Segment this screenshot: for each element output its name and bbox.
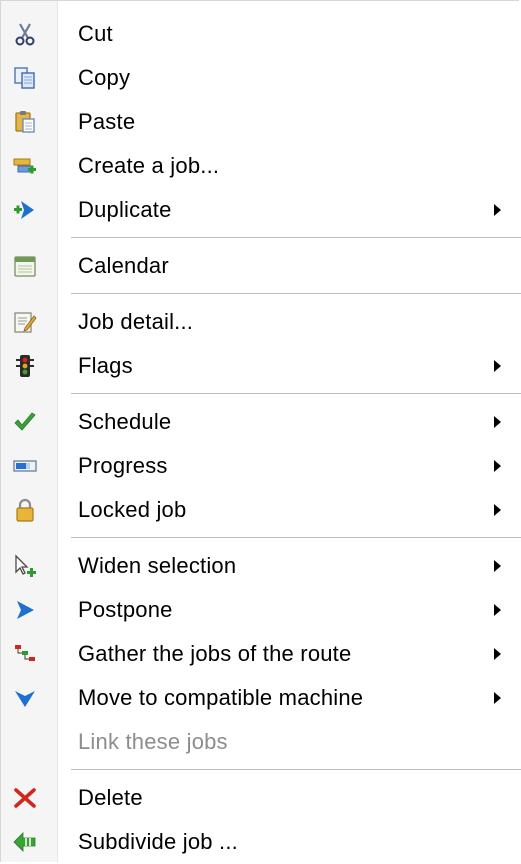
menu-item-paste[interactable]: Paste (1, 100, 520, 144)
menu-item-schedule[interactable]: Schedule (1, 400, 520, 444)
context-menu: Cut Copy Paste Create a job... Duplicate… (0, 0, 521, 864)
submenu-arrow-icon (494, 604, 501, 616)
menu-item-copy[interactable]: Copy (1, 56, 520, 100)
menu-item-label: Duplicate (78, 197, 172, 222)
menu-item-progress[interactable]: Progress (1, 444, 520, 488)
submenu-arrow-icon (494, 416, 501, 428)
paste-icon (15, 111, 35, 133)
menu-item-link-jobs[interactable]: Link these jobs (1, 720, 520, 764)
submenu-arrow-icon (494, 648, 501, 660)
menu-item-gather-jobs[interactable]: Gather the jobs of the route (1, 632, 520, 676)
menu-item-delete[interactable]: Delete (1, 776, 520, 820)
submenu-arrow-icon (494, 692, 501, 704)
menu-item-label: Subdivide job ... (78, 829, 238, 854)
copy-icon (14, 67, 35, 89)
menu-item-duplicate[interactable]: Duplicate (1, 188, 520, 232)
menu-item-label: Paste (78, 109, 136, 134)
submenu-arrow-icon (494, 504, 501, 516)
menu-item-move-compatible-machine[interactable]: Move to compatible machine (1, 676, 520, 720)
submenu-arrow-icon (494, 360, 501, 372)
progress-bar-icon (13, 460, 37, 472)
job-detail-icon (14, 312, 37, 333)
menu-item-label: Create a job... (78, 153, 220, 178)
menu-item-label: Delete (78, 785, 143, 810)
menu-item-subdivide-job[interactable]: Subdivide job ... (1, 820, 520, 864)
cursor-plus-icon (15, 554, 36, 577)
menu-separator (71, 393, 521, 395)
menu-item-label: Gather the jobs of the route (78, 641, 352, 666)
menu-item-postpone[interactable]: Postpone (1, 588, 520, 632)
menu-item-widen-selection[interactable]: Widen selection (1, 544, 520, 588)
menu-item-label: Locked job (78, 497, 187, 522)
menu-separator (71, 537, 521, 539)
submenu-arrow-icon (494, 560, 501, 572)
menu-item-label: Calendar (78, 253, 169, 278)
subdivide-icon (13, 832, 36, 852)
padlock-icon (16, 498, 34, 522)
menu-item-label: Move to compatible machine (78, 685, 364, 710)
menu-item-cut[interactable]: Cut (1, 12, 520, 56)
menu-item-label: Schedule (78, 409, 172, 434)
menu-item-label: Progress (78, 453, 168, 478)
menu-item-label: Cut (78, 21, 113, 46)
menu-item-calendar[interactable]: Calendar (1, 244, 520, 288)
delete-x-icon (14, 788, 36, 808)
menu-item-label: Job detail... (78, 309, 194, 334)
menu-item-label: Postpone (78, 597, 173, 622)
submenu-arrow-icon (494, 460, 501, 472)
calendar-icon (14, 256, 36, 277)
scissors-icon (15, 23, 35, 46)
menu-item-flags[interactable]: Flags (1, 344, 520, 388)
menu-item-label: Flags (78, 353, 133, 378)
gather-route-icon (15, 645, 35, 661)
submenu-arrow-icon (494, 204, 501, 216)
checkmark-icon (14, 412, 36, 431)
chevron-right-icon (17, 601, 34, 619)
menu-item-job-detail[interactable]: Job detail... (1, 300, 520, 344)
menu-item-label: Copy (78, 65, 131, 90)
menu-item-create-job[interactable]: Create a job... (1, 144, 520, 188)
create-job-icon (13, 158, 36, 174)
traffic-light-icon (16, 355, 34, 377)
menu-separator (71, 293, 521, 295)
menu-item-label: Widen selection (78, 553, 237, 578)
chevron-down-icon (15, 691, 35, 707)
duplicate-icon (14, 201, 34, 219)
menu-item-locked-job[interactable]: Locked job (1, 488, 520, 532)
menu-item-label: Link these jobs (78, 729, 228, 754)
menu-separator (71, 237, 521, 239)
menu-separator (71, 769, 521, 771)
